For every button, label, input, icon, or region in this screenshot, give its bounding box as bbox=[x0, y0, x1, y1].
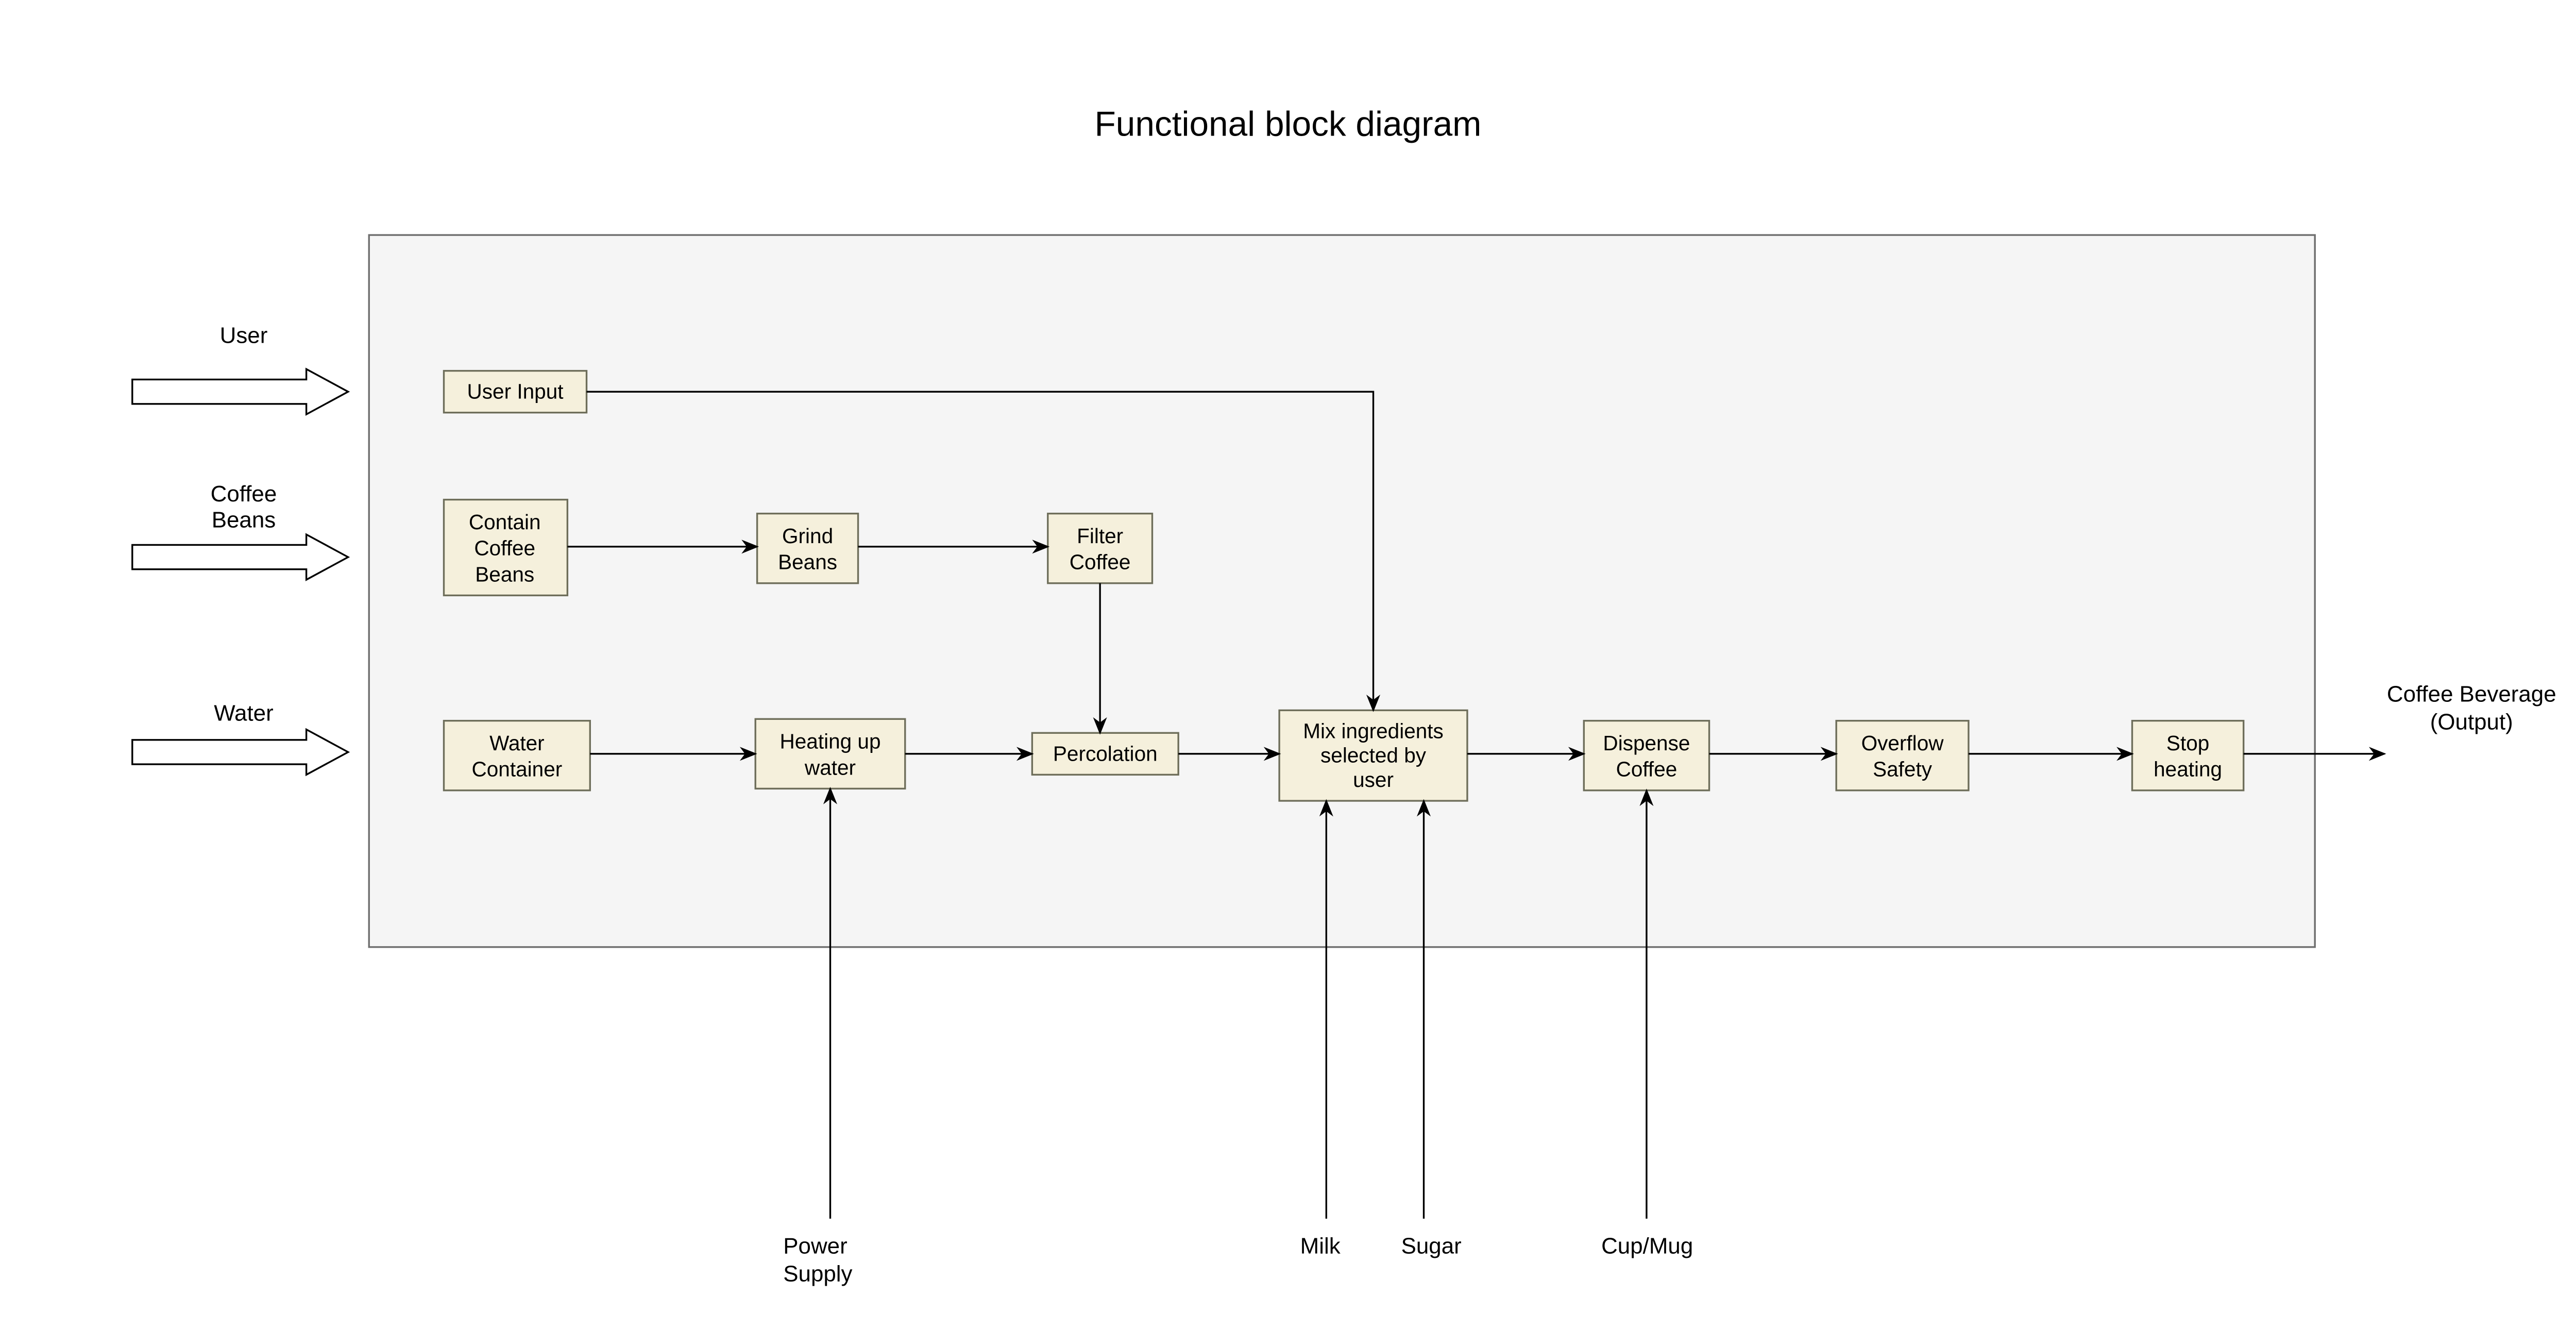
input-coffee-arrow bbox=[132, 534, 348, 580]
input-cup-label: Cup/Mug bbox=[1601, 1233, 1693, 1258]
block-water-l2: Container bbox=[472, 758, 563, 781]
block-grind-l2: Beans bbox=[778, 550, 837, 574]
block-heat-l2: water bbox=[804, 755, 856, 779]
input-sugar-label: Sugar bbox=[1401, 1233, 1462, 1258]
input-user-label: User bbox=[220, 323, 268, 348]
block-heat-l1: Heating up bbox=[779, 730, 880, 753]
input-coffee-label-l1: Coffee bbox=[211, 481, 277, 507]
input-water-arrow bbox=[132, 730, 348, 775]
block-mix-l1: Mix ingredients bbox=[1303, 719, 1444, 743]
output-l1: Coffee Beverage bbox=[2387, 681, 2556, 706]
input-power-l1: Power bbox=[783, 1233, 847, 1258]
block-dispense-l2: Coffee bbox=[1616, 758, 1677, 781]
block-dispense-l1: Dispense bbox=[1603, 731, 1690, 755]
input-coffee-label-l2: Beans bbox=[212, 508, 276, 533]
diagram-title: Functional block diagram bbox=[1095, 105, 1482, 144]
input-power-l2: Supply bbox=[783, 1261, 852, 1286]
input-milk-label: Milk bbox=[1300, 1233, 1341, 1258]
block-stop-l1: Stop bbox=[2166, 731, 2209, 755]
block-grind-l1: Grind bbox=[782, 524, 833, 548]
block-mix-l2: selected by bbox=[1320, 744, 1427, 767]
block-overflow-l1: Overflow bbox=[1861, 731, 1944, 755]
block-filter-l2: Coffee bbox=[1070, 550, 1131, 574]
block-mix-l3: user bbox=[1353, 768, 1394, 792]
functional-block-diagram: Functional block diagram User Coffee Bea… bbox=[0, 0, 2576, 1328]
block-percolation-text: Percolation bbox=[1053, 742, 1158, 765]
block-contain-l1: Contain bbox=[469, 510, 541, 534]
block-contain-l3: Beans bbox=[475, 562, 534, 586]
input-user-arrow bbox=[132, 369, 348, 414]
block-filter-l1: Filter bbox=[1077, 524, 1123, 548]
block-water-l1: Water bbox=[489, 731, 545, 755]
input-water-label: Water bbox=[214, 701, 273, 726]
output-l2: (Output) bbox=[2430, 710, 2513, 735]
block-contain-l2: Coffee bbox=[474, 536, 535, 560]
block-overflow-l2: Safety bbox=[1873, 758, 1933, 781]
block-stop-l2: heating bbox=[2154, 758, 2222, 781]
block-user-input-text: User Input bbox=[467, 380, 564, 403]
system-boundary bbox=[369, 235, 2315, 947]
